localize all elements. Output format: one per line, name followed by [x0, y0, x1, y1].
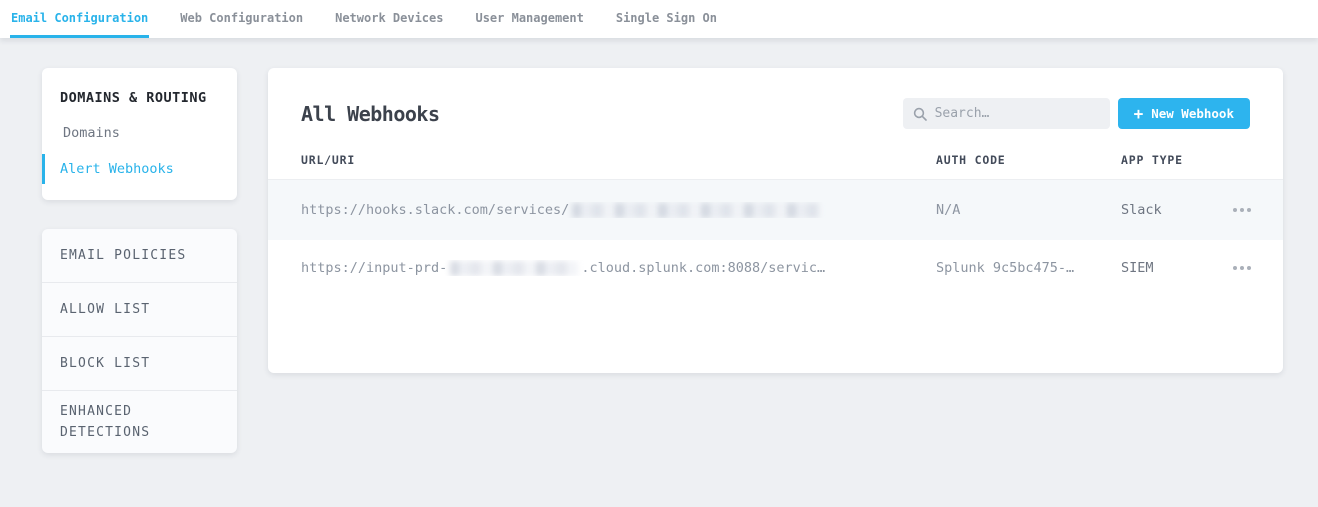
search-input[interactable]	[935, 106, 1100, 121]
redacted-url-segment	[572, 203, 820, 218]
app-type-cell: SIEM	[1121, 260, 1211, 276]
webhook-url-text: https://hooks.slack.com/services/	[301, 202, 569, 218]
policy-sections-card: EMAIL POLICIES ALLOW LIST BLOCK LIST ENH…	[42, 229, 237, 453]
plus-icon: +	[1134, 106, 1144, 122]
redacted-url-segment	[450, 261, 578, 276]
page-content: DOMAINS & ROUTING Domains Alert Webhooks…	[0, 38, 1318, 453]
row-menu-button[interactable]	[1211, 260, 1253, 276]
ellipsis-icon	[1233, 208, 1237, 212]
sidebar-item-block-list[interactable]: BLOCK LIST	[42, 337, 237, 391]
table-header-row: URL/URI AUTH CODE APP TYPE	[268, 153, 1283, 180]
header-actions: + New Webhook	[903, 98, 1250, 129]
search-box	[903, 98, 1110, 129]
column-header-url: URL/URI	[301, 153, 936, 167]
column-header-app-type: APP TYPE	[1121, 153, 1211, 167]
webhook-url-suffix: .cloud.splunk.com:8088/servic…	[581, 260, 825, 276]
tab-single-sign-on[interactable]: Single Sign On	[615, 0, 718, 38]
sidebar: DOMAINS & ROUTING Domains Alert Webhooks…	[42, 68, 237, 453]
domains-routing-heading: DOMAINS & ROUTING	[42, 90, 237, 112]
row-menu-button[interactable]	[1211, 202, 1253, 218]
table-row: https://hooks.slack.com/services/ N/A Sl…	[268, 180, 1283, 240]
webhook-url-text: https://input-prd-	[301, 260, 447, 276]
sidebar-item-alert-webhooks[interactable]: Alert Webhooks	[42, 154, 237, 184]
sidebar-item-email-policies[interactable]: EMAIL POLICIES	[42, 229, 237, 283]
sidebar-item-allow-list[interactable]: ALLOW LIST	[42, 283, 237, 337]
search-icon	[913, 107, 927, 121]
table-row: https://input-prd- .cloud.splunk.com:808…	[268, 240, 1283, 296]
sidebar-item-enhanced-detections[interactable]: ENHANCED DETECTIONS	[42, 391, 237, 453]
tab-email-configuration[interactable]: Email Configuration	[10, 0, 149, 38]
ellipsis-icon	[1233, 266, 1237, 270]
webhook-url-cell: https://hooks.slack.com/services/	[301, 202, 936, 218]
tab-web-configuration[interactable]: Web Configuration	[179, 0, 304, 38]
tab-user-management[interactable]: User Management	[474, 0, 584, 38]
app-type-cell: Slack	[1121, 202, 1211, 218]
top-navigation: Email Configuration Web Configuration Ne…	[0, 0, 1318, 38]
column-header-auth-code: AUTH CODE	[936, 153, 1121, 167]
tab-network-devices[interactable]: Network Devices	[334, 0, 444, 38]
new-webhook-label: New Webhook	[1151, 106, 1234, 121]
all-webhooks-panel: All Webhooks + New Webhook URL/URI AU	[268, 68, 1283, 373]
auth-code-cell: Splunk 9c5bc475-…	[936, 260, 1121, 276]
webhook-url-cell: https://input-prd- .cloud.splunk.com:808…	[301, 260, 936, 276]
panel-header: All Webhooks + New Webhook	[268, 68, 1283, 153]
page-title: All Webhooks	[301, 102, 440, 126]
domains-routing-card: DOMAINS & ROUTING Domains Alert Webhooks	[42, 68, 237, 200]
auth-code-cell: N/A	[936, 202, 1121, 218]
sidebar-item-domains[interactable]: Domains	[42, 118, 237, 148]
new-webhook-button[interactable]: + New Webhook	[1118, 98, 1250, 129]
webhooks-table: URL/URI AUTH CODE APP TYPE https://hooks…	[268, 153, 1283, 296]
